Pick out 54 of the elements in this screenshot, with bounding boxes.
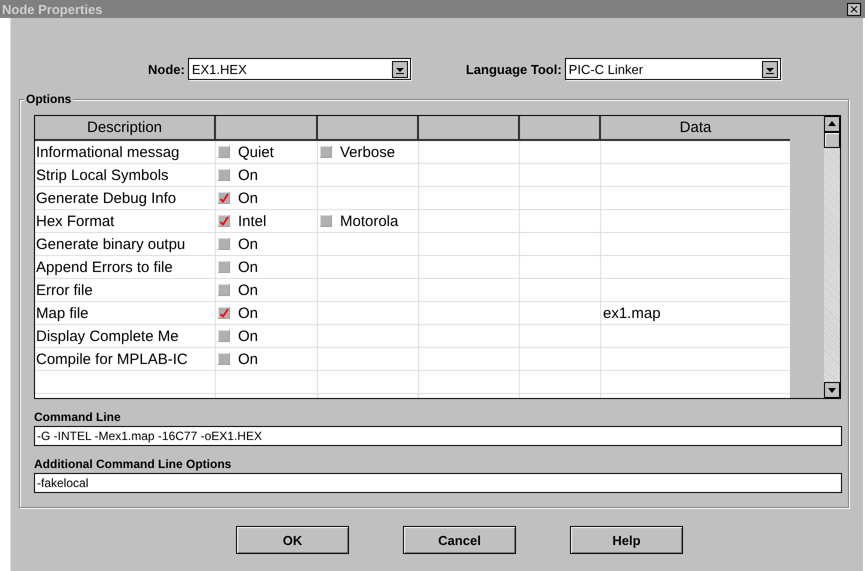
- language-tool-label: Language Tool:: [466, 62, 562, 76]
- node-label: Node:: [148, 62, 185, 76]
- option-label: On: [238, 282, 258, 298]
- option-label: Verbose: [340, 144, 396, 160]
- vertical-scrollbar[interactable]: [824, 116, 840, 398]
- checked-checkbox[interactable]: [218, 192, 230, 204]
- table-cell: Append Errors to file: [35, 256, 216, 279]
- table-cell: Map file: [35, 302, 216, 325]
- dialog-button[interactable]: Help: [570, 526, 683, 554]
- option-label: Motorola: [340, 212, 398, 230]
- option-label: On: [238, 236, 258, 252]
- checked-checkbox[interactable]: [218, 215, 230, 227]
- checkbox[interactable]: [218, 284, 230, 296]
- table-cell: Strip Local Symbols: [35, 164, 216, 187]
- checkbox[interactable]: [320, 146, 332, 158]
- checkbox[interactable]: [218, 330, 230, 342]
- node-dropdown[interactable]: EX1.HEX: [188, 58, 411, 80]
- language-tool-dropdown[interactable]: PIC-C Linker: [564, 58, 781, 80]
- table-cell: Display Complete Me: [35, 325, 216, 348]
- scroll-down-icon[interactable]: [824, 382, 840, 398]
- checked-checkbox[interactable]: [218, 307, 230, 319]
- window-title: Node Properties: [2, 2, 102, 16]
- options-group-title: Options: [24, 92, 74, 106]
- scroll-thumb[interactable]: [824, 132, 840, 148]
- checkbox[interactable]: [218, 238, 230, 250]
- column-header: Description: [35, 116, 216, 141]
- table-cell: Informational messag: [35, 141, 216, 164]
- table-cell: Generate Debug Info: [35, 187, 216, 210]
- table-cell: Hex Format: [35, 210, 216, 233]
- option-label: On: [238, 166, 258, 184]
- checkbox[interactable]: [320, 215, 332, 227]
- option-label: On: [238, 258, 258, 276]
- table-cell: Compile for MPLAB-IC: [35, 348, 216, 371]
- option-label: On: [238, 328, 258, 344]
- checkbox[interactable]: [218, 353, 230, 365]
- scroll-up-icon[interactable]: [824, 116, 840, 132]
- option-label: On: [238, 350, 258, 368]
- option-label: Quiet: [238, 144, 274, 160]
- table-cell: Generate binary outpu: [35, 233, 216, 256]
- table-cell: Error file: [35, 279, 216, 302]
- dialog-button[interactable]: Cancel: [403, 526, 516, 554]
- command-line-label: Command Line: [34, 410, 122, 424]
- command-line-field[interactable]: -G -INTEL -Mex1.map -16C77 -oEX1.HEX: [34, 426, 842, 446]
- additional-options-label: Additional Command Line Options: [34, 457, 232, 471]
- checkbox[interactable]: [218, 169, 230, 181]
- option-label: Intel: [238, 212, 266, 230]
- checkbox[interactable]: [218, 261, 230, 273]
- dialog-button[interactable]: OK: [236, 526, 349, 554]
- option-label: On: [238, 190, 258, 206]
- option-label: On: [238, 304, 258, 322]
- additional-options-field[interactable]: -fakelocal: [34, 473, 842, 493]
- column-header: Data: [601, 116, 790, 141]
- close-button[interactable]: ×: [847, 2, 861, 16]
- checkbox[interactable]: [218, 146, 230, 158]
